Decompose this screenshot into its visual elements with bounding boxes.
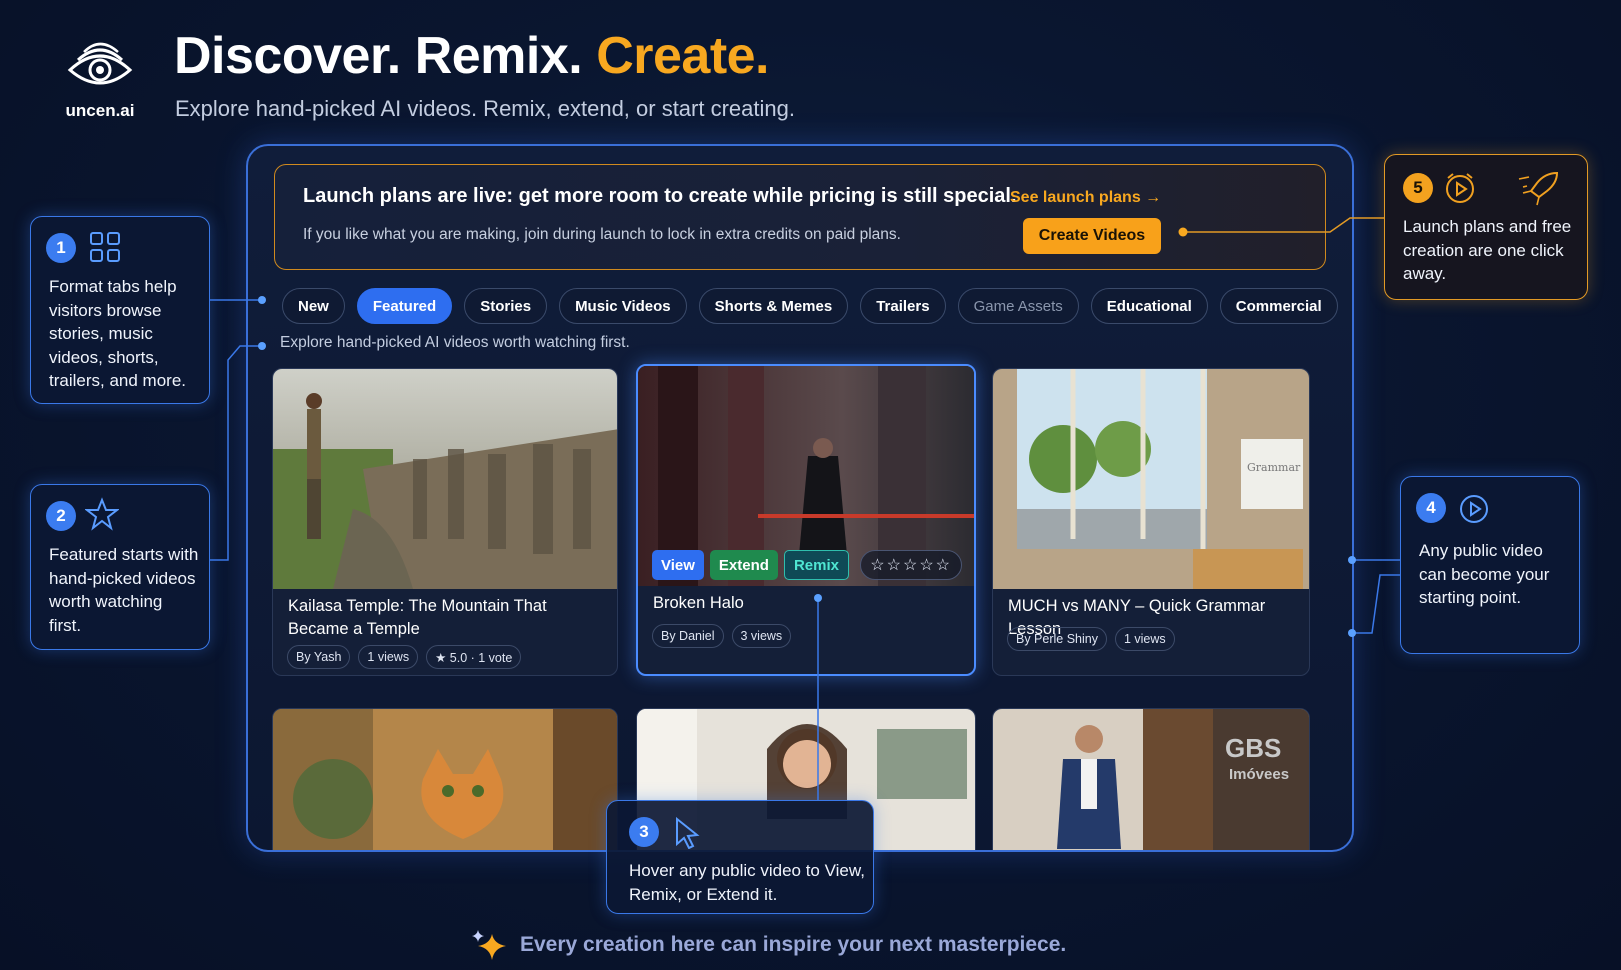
rocket-icon — [1518, 171, 1559, 206]
callout-4: 4 Any public video can become your start… — [1400, 476, 1580, 654]
callout-number: 4 — [1416, 493, 1446, 523]
callout-number: 5 — [1403, 173, 1433, 203]
cursor-icon — [676, 817, 700, 849]
callout-1: 1 Format tabs help visitors browse stori… — [30, 216, 210, 404]
callout-text: Launch plans and free creation are one c… — [1403, 217, 1572, 283]
footer: Every creation here can inspire your nex… — [470, 928, 1066, 962]
grid-icon — [90, 232, 120, 262]
callout-text: Any public video can become your startin… — [1419, 541, 1550, 607]
callout-number: 1 — [46, 233, 76, 263]
callout-3: 3 Hover any public video to View, Remix,… — [606, 800, 874, 914]
clock-play-icon — [1446, 173, 1474, 203]
star-icon — [85, 497, 119, 531]
callout-text: Format tabs help visitors browse stories… — [49, 277, 186, 390]
callout-5: 5 Launch plans and free creation are one… — [1384, 154, 1588, 300]
play-icon — [1460, 495, 1488, 523]
callout-2: 2 Featured starts with hand-picked video… — [30, 484, 210, 650]
callout-text: Featured starts with hand-picked videos … — [49, 545, 199, 635]
callout-text: Hover any public video to View, Remix, o… — [629, 861, 865, 904]
footer-text: Every creation here can inspire your nex… — [520, 933, 1067, 956]
callout-number: 2 — [46, 501, 76, 531]
sparkle-icon — [472, 930, 506, 960]
callout-number: 3 — [629, 817, 659, 847]
